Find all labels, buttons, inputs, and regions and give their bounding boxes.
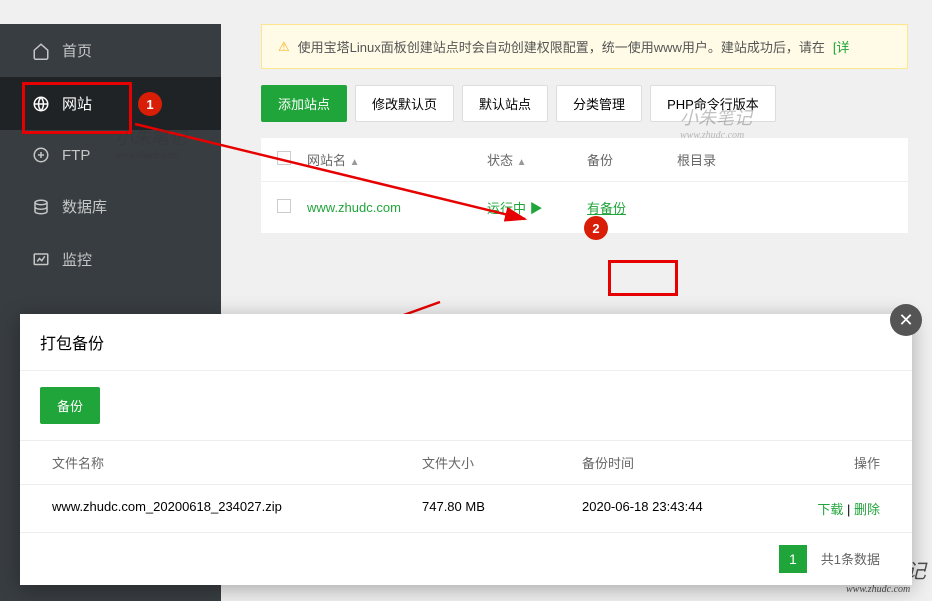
site-table: 网站名 ▲ 状态 ▲ 备份 根目录 www.zhudc.com 运行中 ▶ 有备… — [261, 138, 908, 233]
column-status[interactable]: 状态 — [487, 153, 513, 168]
column-filesize: 文件大小 — [422, 453, 582, 472]
delete-link[interactable]: 删除 — [854, 502, 880, 517]
sidebar-label: 网站 — [62, 93, 92, 114]
sidebar-label: 数据库 — [62, 196, 107, 217]
sidebar-label: FTP — [62, 147, 90, 164]
monitor-icon — [32, 251, 50, 269]
database-icon — [32, 198, 50, 216]
category-button[interactable]: 分类管理 — [556, 85, 642, 122]
backup-modal: 打包备份 ✕ 备份 文件名称 文件大小 备份时间 操作 www.zhudc.co… — [20, 314, 912, 585]
sort-icon[interactable]: ▲ — [350, 157, 360, 168]
alert-link[interactable]: [详 — [833, 37, 850, 56]
sidebar-item-monitor[interactable]: 监控 — [0, 233, 221, 286]
php-version-button[interactable]: PHP命令行版本 — [650, 85, 776, 122]
pagination: 1 共1条数据 — [20, 532, 912, 585]
alert-banner: ⚠ 使用宝塔Linux面板创建站点时会自动创建权限配置，统一使用www用户。建站… — [261, 24, 908, 69]
site-name-link[interactable]: www.zhudc.com — [307, 200, 401, 215]
toolbar: 添加站点 修改默认页 默认站点 分类管理 PHP命令行版本 — [221, 85, 932, 138]
column-name[interactable]: 网站名 — [307, 153, 346, 168]
default-site-button[interactable]: 默认站点 — [462, 85, 548, 122]
ftp-icon — [32, 146, 50, 164]
home-icon — [32, 42, 50, 60]
main-content: ⚠ 使用宝塔Linux面板创建站点时会自动创建权限配置，统一使用www用户。建站… — [221, 24, 932, 233]
backup-filename: www.zhudc.com_20200618_234027.zip — [52, 499, 422, 518]
table-row: www.zhudc.com_20200618_234027.zip 747.80… — [20, 485, 912, 532]
modal-title: 打包备份 — [40, 330, 104, 354]
modal-header: 打包备份 — [20, 314, 912, 371]
modal-table-header: 文件名称 文件大小 备份时间 操作 — [20, 440, 912, 485]
column-filename: 文件名称 — [52, 453, 422, 472]
backup-size: 747.80 MB — [422, 499, 582, 518]
annotation-badge-1: 1 — [138, 92, 162, 116]
column-ops: 操作 — [802, 453, 880, 472]
column-time: 备份时间 — [582, 453, 802, 472]
globe-icon — [32, 95, 50, 113]
column-backup[interactable]: 备份 — [587, 153, 613, 168]
backup-link[interactable]: 有备份 — [587, 201, 626, 216]
page-number[interactable]: 1 — [779, 545, 807, 573]
sidebar-label: 监控 — [62, 249, 92, 270]
backup-time: 2020-06-18 23:43:44 — [582, 499, 802, 518]
sidebar-label: 首页 — [62, 40, 92, 61]
annotation-badge-2: 2 — [584, 216, 608, 240]
download-link[interactable]: 下载 — [817, 502, 843, 517]
sidebar-item-ftp[interactable]: FTP — [0, 130, 221, 180]
column-root[interactable]: 根目录 — [677, 153, 716, 168]
table-header: 网站名 ▲ 状态 ▲ 备份 根目录 — [261, 138, 908, 182]
page-info: 共1条数据 — [821, 552, 880, 567]
sidebar-item-website[interactable]: 网站 — [0, 77, 221, 130]
close-icon[interactable]: ✕ — [890, 304, 922, 336]
warning-icon: ⚠ — [278, 39, 290, 55]
default-page-button[interactable]: 修改默认页 — [355, 85, 454, 122]
alert-text: 使用宝塔Linux面板创建站点时会自动创建权限配置，统一使用www用户。建站成功… — [298, 37, 825, 56]
add-site-button[interactable]: 添加站点 — [261, 85, 347, 122]
backup-button[interactable]: 备份 — [40, 387, 100, 424]
annotation-box — [608, 260, 678, 296]
sidebar-item-home[interactable]: 首页 — [0, 24, 221, 77]
status-badge: 运行中 ▶ — [487, 201, 543, 216]
sort-icon[interactable]: ▲ — [517, 157, 527, 168]
row-checkbox[interactable] — [277, 199, 291, 213]
select-all-checkbox[interactable] — [277, 151, 291, 165]
sidebar-item-database[interactable]: 数据库 — [0, 180, 221, 233]
